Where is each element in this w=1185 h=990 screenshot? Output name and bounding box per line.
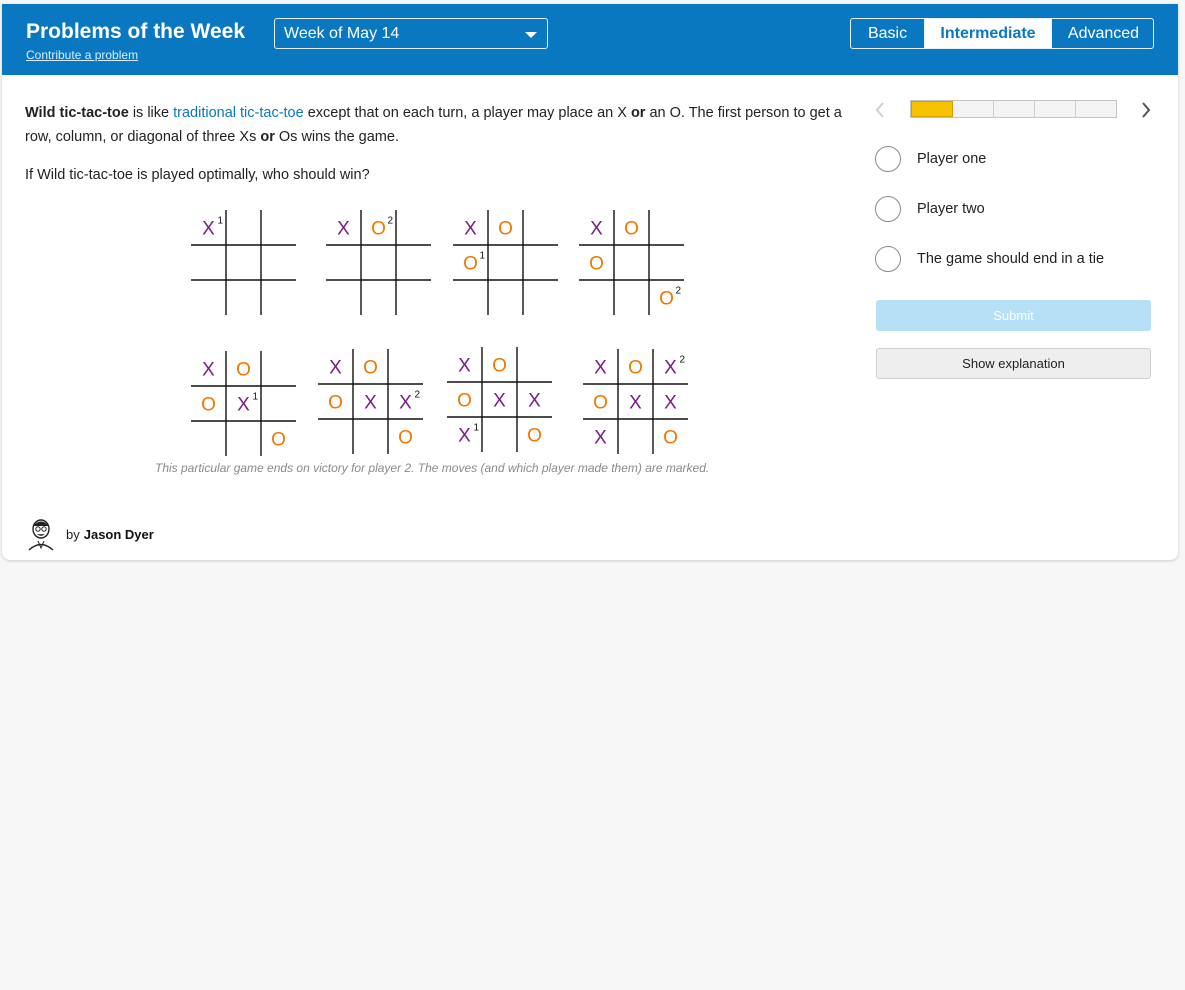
author-name: Jason Dyer bbox=[83, 526, 154, 542]
board-mark-o: O bbox=[527, 426, 542, 447]
progress-segment bbox=[953, 101, 994, 117]
board-mark-o: O bbox=[589, 254, 604, 275]
board-mark-x: X bbox=[493, 391, 506, 412]
move-number: 1 bbox=[253, 392, 259, 403]
move-number: 2 bbox=[415, 390, 421, 401]
board-mark-o: O bbox=[457, 391, 472, 412]
board-mark-x: X bbox=[664, 358, 677, 379]
board-mark-x: X bbox=[629, 393, 642, 414]
radio-button[interactable] bbox=[875, 196, 901, 222]
board-mark-o: O bbox=[328, 393, 343, 414]
move-number: 2 bbox=[388, 216, 394, 227]
move-number: 2 bbox=[680, 355, 686, 366]
board-mark-x: X bbox=[202, 360, 215, 381]
tictactoe-board: X O X 2O X XX O bbox=[583, 349, 688, 454]
author-by-label: by bbox=[66, 526, 80, 542]
author-avatar bbox=[28, 519, 54, 551]
tictactoe-board: X OO 1 bbox=[453, 210, 558, 315]
board-mark-o: O bbox=[628, 358, 643, 379]
progress-segment bbox=[1035, 101, 1076, 117]
board-mark-o: O bbox=[398, 428, 413, 449]
tictactoe-figure: X 1 X O 2 X OO 1X OOO 2X OO X 1OX OO X X 2OX OO X XX 1 OX O X 2O… bbox=[191, 210, 688, 456]
radio-button[interactable] bbox=[875, 146, 901, 172]
board-mark-o: O bbox=[363, 358, 378, 379]
board-mark-x: X bbox=[337, 219, 350, 240]
tictactoe-board: X OO X X 2O bbox=[318, 349, 423, 454]
board-mark-o: O bbox=[236, 360, 251, 381]
progress-segment bbox=[994, 101, 1035, 117]
answer-choice-player-two[interactable]: Player two bbox=[875, 195, 985, 223]
chevron-right-icon[interactable] bbox=[1139, 100, 1153, 120]
tictactoe-board: X1 bbox=[191, 210, 296, 315]
author-credit: by Jason Dyer bbox=[26, 516, 154, 552]
move-number: 2 bbox=[676, 286, 682, 297]
submit-button[interactable]: Submit bbox=[876, 300, 1151, 331]
board-mark-x: X bbox=[399, 393, 412, 414]
board-mark-x: X bbox=[329, 358, 342, 379]
board-mark-x: X bbox=[458, 356, 471, 377]
board-mark-o: O bbox=[463, 254, 478, 275]
answer-choice-player-one[interactable]: Player one bbox=[875, 145, 986, 173]
board-mark-o: O bbox=[663, 428, 678, 449]
board-mark-o: O bbox=[271, 430, 286, 451]
board-mark-x: X bbox=[594, 428, 607, 449]
move-number: 1 bbox=[480, 251, 486, 262]
board-mark-o: O bbox=[492, 356, 507, 377]
board-mark-o: O bbox=[498, 219, 513, 240]
board-mark-x: X bbox=[590, 219, 603, 240]
chevron-left-icon[interactable] bbox=[873, 100, 887, 120]
board-mark-x: X bbox=[202, 219, 215, 240]
show-explanation-button[interactable]: Show explanation bbox=[876, 348, 1151, 379]
tictactoe-board: X OO X 1O bbox=[191, 351, 296, 456]
board-mark-x: X bbox=[594, 358, 607, 379]
tictactoe-board: X OO X XX 1 O bbox=[447, 347, 552, 452]
move-number: 1 bbox=[218, 216, 224, 227]
board-mark-o: O bbox=[201, 395, 216, 416]
board-mark-x: X bbox=[364, 393, 377, 414]
problem-progress bbox=[910, 100, 1117, 118]
answer-choice-tie[interactable]: The game should end in a tie bbox=[875, 245, 1104, 273]
choice-label: The game should end in a tie bbox=[917, 251, 1105, 267]
board-mark-x: X bbox=[464, 219, 477, 240]
choice-label: Player two bbox=[917, 201, 985, 217]
tictactoe-board: X OOO 2 bbox=[579, 210, 684, 315]
board-mark-o: O bbox=[659, 289, 674, 310]
choice-label: Player one bbox=[917, 151, 987, 167]
board-mark-x: X bbox=[237, 395, 250, 416]
tictactoe-board: XO2 bbox=[326, 210, 431, 315]
board-mark-x: X bbox=[664, 393, 677, 414]
board-mark-x: X bbox=[458, 426, 471, 447]
board-mark-o: O bbox=[593, 393, 608, 414]
board-mark-o: O bbox=[371, 219, 386, 240]
progress-segment bbox=[1076, 101, 1116, 117]
progress-segment bbox=[911, 101, 953, 117]
board-mark-o: O bbox=[624, 219, 639, 240]
figure-caption: This particular game ends on victory for… bbox=[155, 461, 710, 475]
radio-button[interactable] bbox=[875, 246, 901, 272]
board-mark-x: X bbox=[528, 391, 541, 412]
move-number: 1 bbox=[474, 423, 480, 434]
